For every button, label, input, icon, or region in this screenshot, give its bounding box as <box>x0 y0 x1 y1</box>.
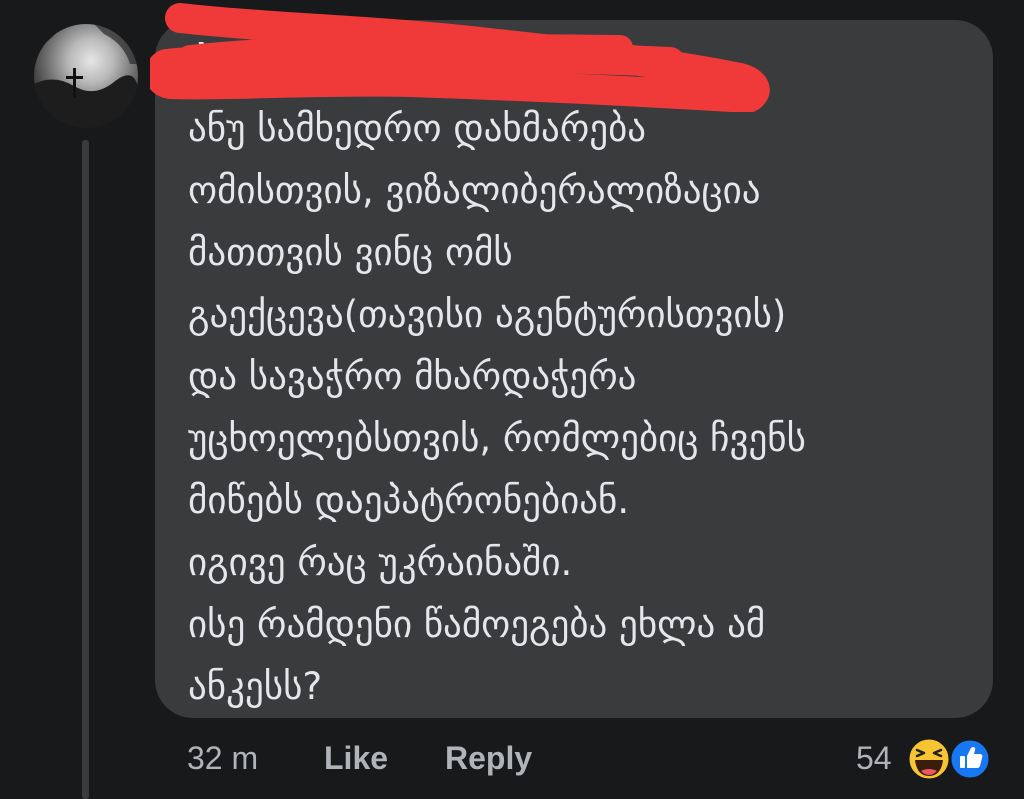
avatar[interactable] <box>34 24 138 128</box>
comment-line: ისე რამდენი წამოეგება ეხლა ამ <box>188 603 766 646</box>
comment-thread: ბ ანუ სამხედრო დახმარება ომისთვის, ვიზალ… <box>0 0 1024 799</box>
comment-line: ანკესს? <box>188 665 323 708</box>
comment-line: და სავაჭრო მხარდაჭერა <box>188 355 637 398</box>
redaction-scribble <box>150 3 770 112</box>
reaction-count[interactable]: 54 <box>856 740 892 777</box>
reply-button[interactable]: Reply <box>445 740 532 777</box>
comment-line: მათთვის ვინც ომს <box>188 231 513 274</box>
comment-text: ანუ სამხედრო დახმარება ომისთვის, ვიზალიბ… <box>188 98 978 718</box>
comment-actions: 32 m Like Reply 54 <box>0 738 1024 782</box>
comment-line: ანუ სამხედრო დახმარება <box>188 107 647 150</box>
like-reaction-icon <box>948 737 992 781</box>
like-button[interactable]: Like <box>324 740 388 777</box>
thread-connector-line <box>82 140 89 799</box>
comment-timestamp[interactable]: 32 m <box>187 740 258 777</box>
comment-line: იგივე რაც უკრაინაში. <box>188 541 573 584</box>
haha-reaction-icon <box>906 736 952 782</box>
comment-line: უცხოელებსთვის, რომლებიც ჩვენს <box>188 417 806 460</box>
reaction-icons[interactable] <box>904 734 996 784</box>
comment-line: ომისთვის, ვიზალიბერალიზაცია <box>188 169 761 212</box>
comment-line: მიწებს დაეპატრონებიან. <box>188 479 630 522</box>
comment-line: გაექცევა(თავისი აგენტურისთვის) <box>188 293 787 336</box>
